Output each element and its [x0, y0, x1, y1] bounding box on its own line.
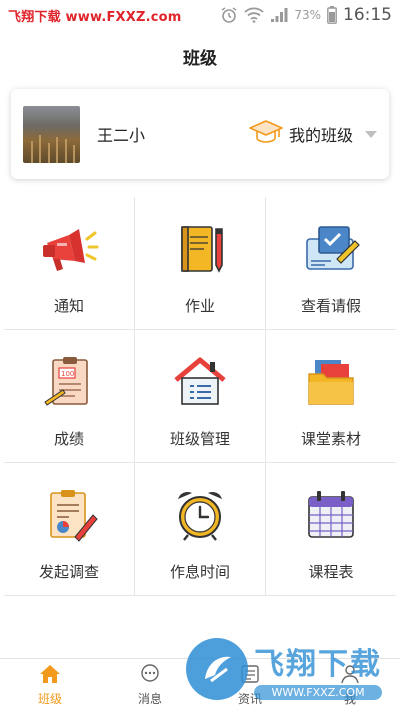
- alarm-clock-icon: [170, 485, 230, 545]
- watermark-title: 飞翔下载: [254, 646, 382, 682]
- nav-item-messages[interactable]: 消息: [100, 659, 200, 712]
- folder-icon: [301, 352, 361, 412]
- status-icons: 73% 16:15: [220, 5, 392, 25]
- grid-row: 100 成绩 班级管理 课堂素材: [4, 330, 396, 463]
- grid-item-label: 课堂素材: [300, 430, 361, 448]
- grid-item-class-management[interactable]: 班级管理: [135, 330, 266, 462]
- watermark-text: 飞翔下载 WWW.FXXZ.COM: [254, 639, 382, 700]
- grid-row: 发起调查 作息时间 课程表: [4, 463, 396, 596]
- grid-item-label: 发起调查: [38, 563, 99, 581]
- grid-item-label: 作业: [184, 297, 215, 315]
- grid-item-timetable[interactable]: 课程表: [266, 463, 396, 595]
- class-avatar: [23, 105, 80, 163]
- score-sheet-icon: 100: [39, 352, 99, 412]
- watermark-url: WWW.FXXZ.COM: [254, 684, 382, 700]
- grid-item-label: 查看请假: [300, 297, 361, 315]
- nav-label: 消息: [137, 692, 162, 706]
- megaphone-icon: [39, 219, 99, 279]
- nav-item-class[interactable]: 班级: [0, 659, 100, 712]
- clock-time: 16:15: [343, 5, 392, 25]
- my-class-label: 我的班级: [288, 126, 353, 145]
- grid-item-label: 课程表: [308, 563, 354, 581]
- page-title: 班级: [183, 49, 217, 69]
- watermark-bottom: 飞翔下载 WWW.FXXZ.COM: [186, 632, 396, 706]
- battery-icon: [327, 6, 337, 24]
- grid-row: 通知 作业 查看请假: [4, 197, 396, 330]
- status-bar: 飞翔下载 www.FXXZ.com 73% 16:15: [0, 0, 400, 30]
- watermark-logo-icon: [186, 638, 248, 700]
- nav-label: 班级: [37, 692, 62, 706]
- grid-item-schedule-time[interactable]: 作息时间: [135, 463, 266, 595]
- grid-item-view-leave[interactable]: 查看请假: [266, 197, 396, 329]
- grid-item-scores[interactable]: 100 成绩: [4, 330, 135, 462]
- dropdown-caret-icon: [365, 130, 377, 138]
- class-name: 王二小: [97, 126, 146, 145]
- watermark-top: 飞翔下载 www.FXXZ.com: [8, 9, 182, 25]
- grid-item-class-materials[interactable]: 课堂素材: [266, 330, 396, 462]
- class-card[interactable]: 王二小 我的班级: [11, 89, 389, 179]
- grid-item-homework[interactable]: 作业: [135, 197, 266, 329]
- survey-icon: [39, 485, 99, 545]
- grid-item-label: 通知: [53, 297, 84, 315]
- house-list-icon: [170, 352, 230, 412]
- notebook-icon: [170, 219, 230, 279]
- grid-item-notice[interactable]: 通知: [4, 197, 135, 329]
- grid-item-label: 成绩: [53, 430, 84, 448]
- feature-grid: 通知 作业 查看请假 100 成绩 班级管理 课堂素材 发起调查 作息时间 课程…: [4, 197, 396, 596]
- battery-percent: 73%: [294, 8, 321, 22]
- alarm-icon: [220, 6, 238, 24]
- my-class-selector[interactable]: 我的班级: [249, 119, 377, 149]
- chat-icon: [139, 664, 161, 687]
- signal-icon: [270, 7, 288, 23]
- grid-item-start-survey[interactable]: 发起调查: [4, 463, 135, 595]
- leave-form-icon: [301, 219, 361, 279]
- home-icon: [39, 664, 61, 687]
- wifi-icon: [244, 7, 264, 23]
- calendar-icon: [301, 485, 361, 545]
- svg-text:100: 100: [61, 370, 74, 378]
- grid-item-label: 班级管理: [169, 430, 230, 448]
- graduation-cap-icon: [249, 119, 283, 149]
- grid-item-label: 作息时间: [169, 563, 230, 581]
